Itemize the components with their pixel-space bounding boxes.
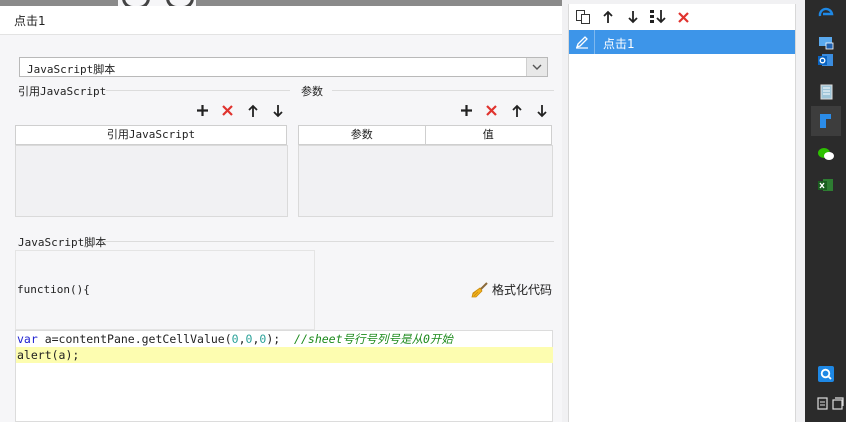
script-type-select[interactable]: JavaScript脚本: [19, 57, 548, 77]
edit-icon: [569, 30, 595, 54]
copy-icon[interactable]: [574, 8, 592, 26]
down-arrow-icon[interactable]: [624, 8, 642, 26]
editor-title: 点击1: [14, 14, 46, 28]
up-arrow-icon[interactable]: [507, 101, 526, 120]
script-section-label: JavaScript脚本: [18, 236, 107, 249]
notebook-icon[interactable]: [811, 77, 841, 107]
app-icon[interactable]: [811, 106, 841, 136]
event-list-item[interactable]: 点击1: [569, 30, 795, 54]
move-bottom-icon[interactable]: [649, 8, 667, 26]
broom-icon: [471, 281, 488, 297]
ref-js-table-body[interactable]: [15, 145, 288, 217]
param-value-column-header[interactable]: 值: [424, 126, 552, 144]
delete-icon[interactable]: [482, 101, 501, 120]
events-panel: 点击1: [568, 4, 796, 422]
wechat-icon[interactable]: [811, 139, 841, 169]
excel-icon[interactable]: [811, 170, 841, 200]
code-line-current: alert(a);: [16, 347, 553, 363]
script-type-value: JavaScript脚本: [27, 63, 116, 76]
add-icon[interactable]: [193, 101, 212, 120]
code-editor[interactable]: var a=contentPane.getCellValue(0,0,0); /…: [15, 330, 553, 422]
search-app-icon[interactable]: [811, 359, 841, 389]
divider: [102, 241, 554, 242]
params-toolbar: [457, 101, 551, 120]
code-line: var a=contentPane.getCellValue(0,0,0); /…: [17, 332, 453, 346]
chevron-down-icon[interactable]: [526, 58, 547, 76]
add-icon[interactable]: [457, 101, 476, 120]
params-table-header: 参数 值: [298, 125, 552, 145]
param-name-column-header[interactable]: 参数: [299, 126, 425, 144]
divider: [332, 90, 554, 91]
ref-js-column-header[interactable]: 引用JavaScript: [16, 126, 286, 144]
ref-js-section-label: 引用JavaScript: [18, 85, 107, 98]
event-editor-panel: 点击1 JavaScript脚本 引用JavaScript 引用JavaScri…: [0, 0, 562, 422]
ref-js-table-header: 引用JavaScript: [15, 125, 287, 145]
down-arrow-icon[interactable]: [268, 101, 287, 120]
up-arrow-icon[interactable]: [243, 101, 262, 120]
divider: [106, 90, 290, 91]
delete-icon[interactable]: [674, 8, 692, 26]
event-label: 点击1: [603, 37, 635, 51]
format-code-button[interactable]: 格式化代码: [471, 281, 552, 298]
params-section-label: 参数: [301, 85, 323, 98]
format-code-label: 格式化代码: [492, 283, 553, 297]
down-arrow-icon[interactable]: [532, 101, 551, 120]
up-arrow-icon[interactable]: [599, 8, 617, 26]
events-toolbar: [569, 6, 692, 28]
ref-js-toolbar: [193, 101, 287, 120]
editor-title-bar: 点击1: [0, 6, 562, 35]
windows-taskbar: [805, 0, 846, 422]
function-header: function(){: [17, 283, 90, 296]
params-table-body[interactable]: [298, 145, 553, 217]
edge-icon[interactable]: [811, 0, 841, 30]
tray-window-icon[interactable]: [827, 388, 846, 418]
delete-icon[interactable]: [218, 101, 237, 120]
function-header-box: function(){: [15, 250, 315, 330]
outlook-icon[interactable]: [811, 45, 841, 75]
